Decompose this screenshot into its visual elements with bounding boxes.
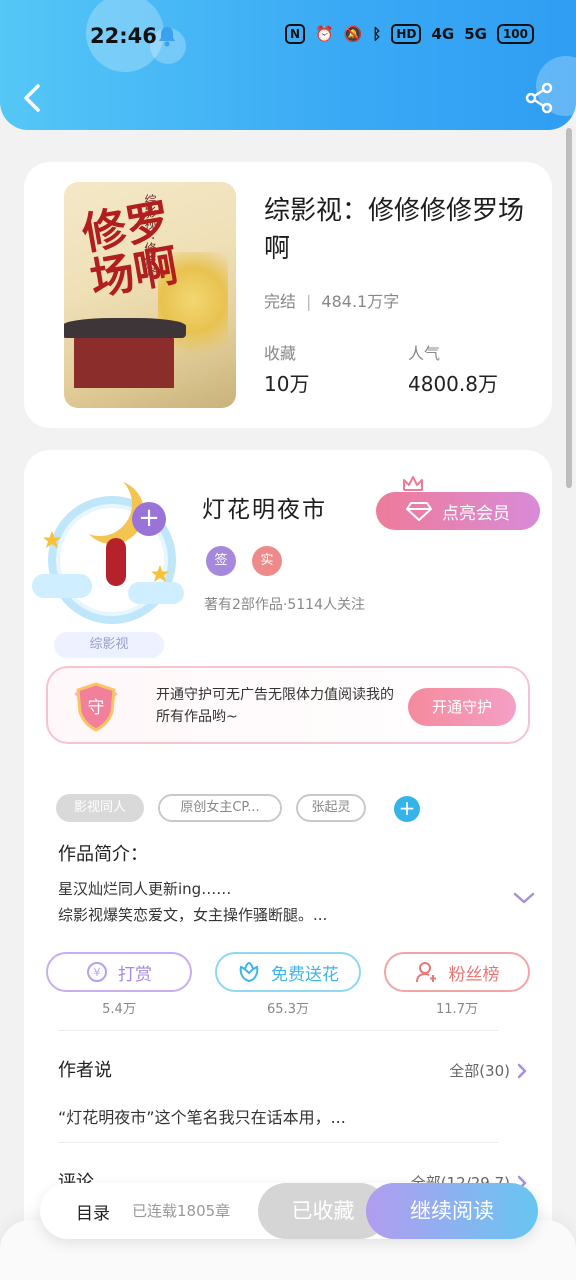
tip-label: 打赏 (118, 964, 152, 985)
tip-button[interactable]: ¥ 打赏 (46, 952, 192, 992)
book-meta: 完结 | 484.1万字 (264, 292, 400, 311)
author-avatar[interactable]: + 综影视 (28, 462, 188, 658)
mute-icon: 🔕 (343, 25, 363, 43)
alarm-icon: ⏰ (315, 25, 334, 43)
badge-signed: 签 (206, 546, 236, 576)
shield-char: 守 (88, 698, 105, 718)
author-says-more-label: 全部(30) (449, 1062, 510, 1080)
guard-banner[interactable]: 守 开通守护可无广告无限体力值阅读我的所有作品哟~ 开通守护 (46, 666, 530, 744)
back-icon[interactable] (18, 80, 48, 116)
send-flower-count: 65.3万 (267, 1002, 309, 1017)
coin-icon: ¥ (87, 962, 107, 982)
bottom-bar: 目录 已连载1805章 已收藏 继续阅读 (40, 1183, 538, 1239)
author-name[interactable]: 灯花明夜市 (202, 490, 327, 524)
send-flower-button[interactable]: 免费送花 (215, 952, 361, 992)
cloud-icon (32, 574, 92, 598)
svg-text:¥: ¥ (94, 966, 101, 979)
book-cover[interactable]: 综影视：修修修 修罗场啊 (64, 182, 236, 408)
tag-chip[interactable]: 原创女主CP... (158, 794, 282, 822)
book-status: 完结 (264, 292, 297, 311)
badge-verified: 实 (252, 546, 282, 576)
intro-line: 星汉灿烂同人更新ing…… (58, 880, 232, 898)
moon-icon (68, 472, 132, 536)
chevron-right-icon (517, 1063, 527, 1078)
crown-icon (403, 476, 423, 491)
divider (58, 1030, 498, 1031)
fan-ranking-label: 粉丝榜 (448, 964, 500, 985)
guard-text: 开通守护可无广告无限体力值阅读我的所有作品哟~ (156, 687, 394, 725)
follow-plus-button[interactable]: + (132, 502, 166, 536)
star-icon (43, 531, 61, 548)
guard-button[interactable]: 开通守护 (408, 688, 516, 726)
bluetooth-icon: ᛒ (372, 25, 382, 43)
nfc-icon: N (284, 24, 306, 44)
author-says-more[interactable]: 全部(30) (449, 1060, 528, 1081)
intro-text[interactable]: 星汉灿烂同人更新ing…… 综影视爆笑恋爱文，女主操作骚断腿。... (58, 876, 498, 928)
favorites-label: 收藏 (264, 344, 297, 363)
user-icon (415, 962, 436, 983)
scrollbar[interactable] (566, 128, 572, 488)
shield-icon: 守 (74, 682, 118, 732)
battery-icon: 100 (496, 24, 534, 44)
share-icon[interactable] (524, 82, 554, 114)
chevron-down-icon[interactable] (512, 890, 536, 906)
add-tag-button[interactable]: + (394, 796, 420, 822)
author-says-heading: 作者说 (58, 1060, 112, 1081)
avatar-tag: 综影视 (54, 632, 164, 658)
favorites-value: 10万 (264, 372, 310, 396)
header: 22:46 N ⏰ 🔕 ᛒ HD 4G 5G 100 (0, 0, 576, 130)
intro-heading: 作品简介： (58, 844, 148, 865)
flower-icon (239, 961, 259, 983)
continue-reading-button[interactable]: 继续阅读 (366, 1183, 538, 1239)
vip-button-label: 点亮会员 (442, 503, 510, 524)
book-title: 综影视：修修修修罗场啊 (264, 196, 525, 264)
bell-icon (159, 27, 175, 47)
diamond-icon (406, 502, 432, 521)
popularity-label: 人气 (408, 344, 441, 363)
vip-button[interactable]: 点亮会员 (376, 492, 540, 530)
toc-button[interactable]: 目录 (76, 1199, 110, 1224)
send-flower-label: 免费送花 (271, 964, 339, 985)
status-icons: N ⏰ 🔕 ᛒ HD 4G 5G 100 (284, 24, 534, 44)
intro-line: 综影视爆笑恋爱文，女主操作骚断腿。... (58, 906, 328, 924)
cloud-icon (128, 582, 184, 604)
author-card: + 综影视 灯花明夜市 签 实 著有2部作品·5114人关注 点亮会员 守 开通… (24, 450, 552, 1270)
tag-chip[interactable]: 影视同人 (56, 794, 144, 822)
signal-5g: 5G (464, 25, 487, 43)
serial-info[interactable]: 已连载1805章 (132, 1200, 230, 1221)
author-says-text[interactable]: “灯花明夜市”这个笔名我只在话本用，... (58, 1104, 518, 1128)
lantern-icon (106, 538, 126, 586)
book-info-card: 综影视：修修修 修罗场啊 综影视：修修修修罗场啊 完结 | 484.1万字 收藏 1… (24, 162, 552, 428)
signal-4g: 4G (431, 25, 455, 43)
star-icon (151, 565, 169, 582)
hd-icon: HD (391, 24, 422, 44)
author-info: 著有2部作品·5114人关注 (204, 597, 365, 613)
divider (58, 1142, 498, 1143)
tag-chip[interactable]: 张起灵 (296, 794, 366, 822)
cover-building (64, 318, 186, 388)
popularity-value: 4800.8万 (408, 372, 498, 396)
fan-ranking-count: 11.7万 (436, 1002, 478, 1017)
tip-count: 5.4万 (102, 1002, 136, 1017)
fan-ranking-button[interactable]: 粉丝榜 (384, 952, 530, 992)
status-time: 22:46 (90, 24, 157, 48)
book-word-count: 484.1万字 (321, 292, 400, 311)
